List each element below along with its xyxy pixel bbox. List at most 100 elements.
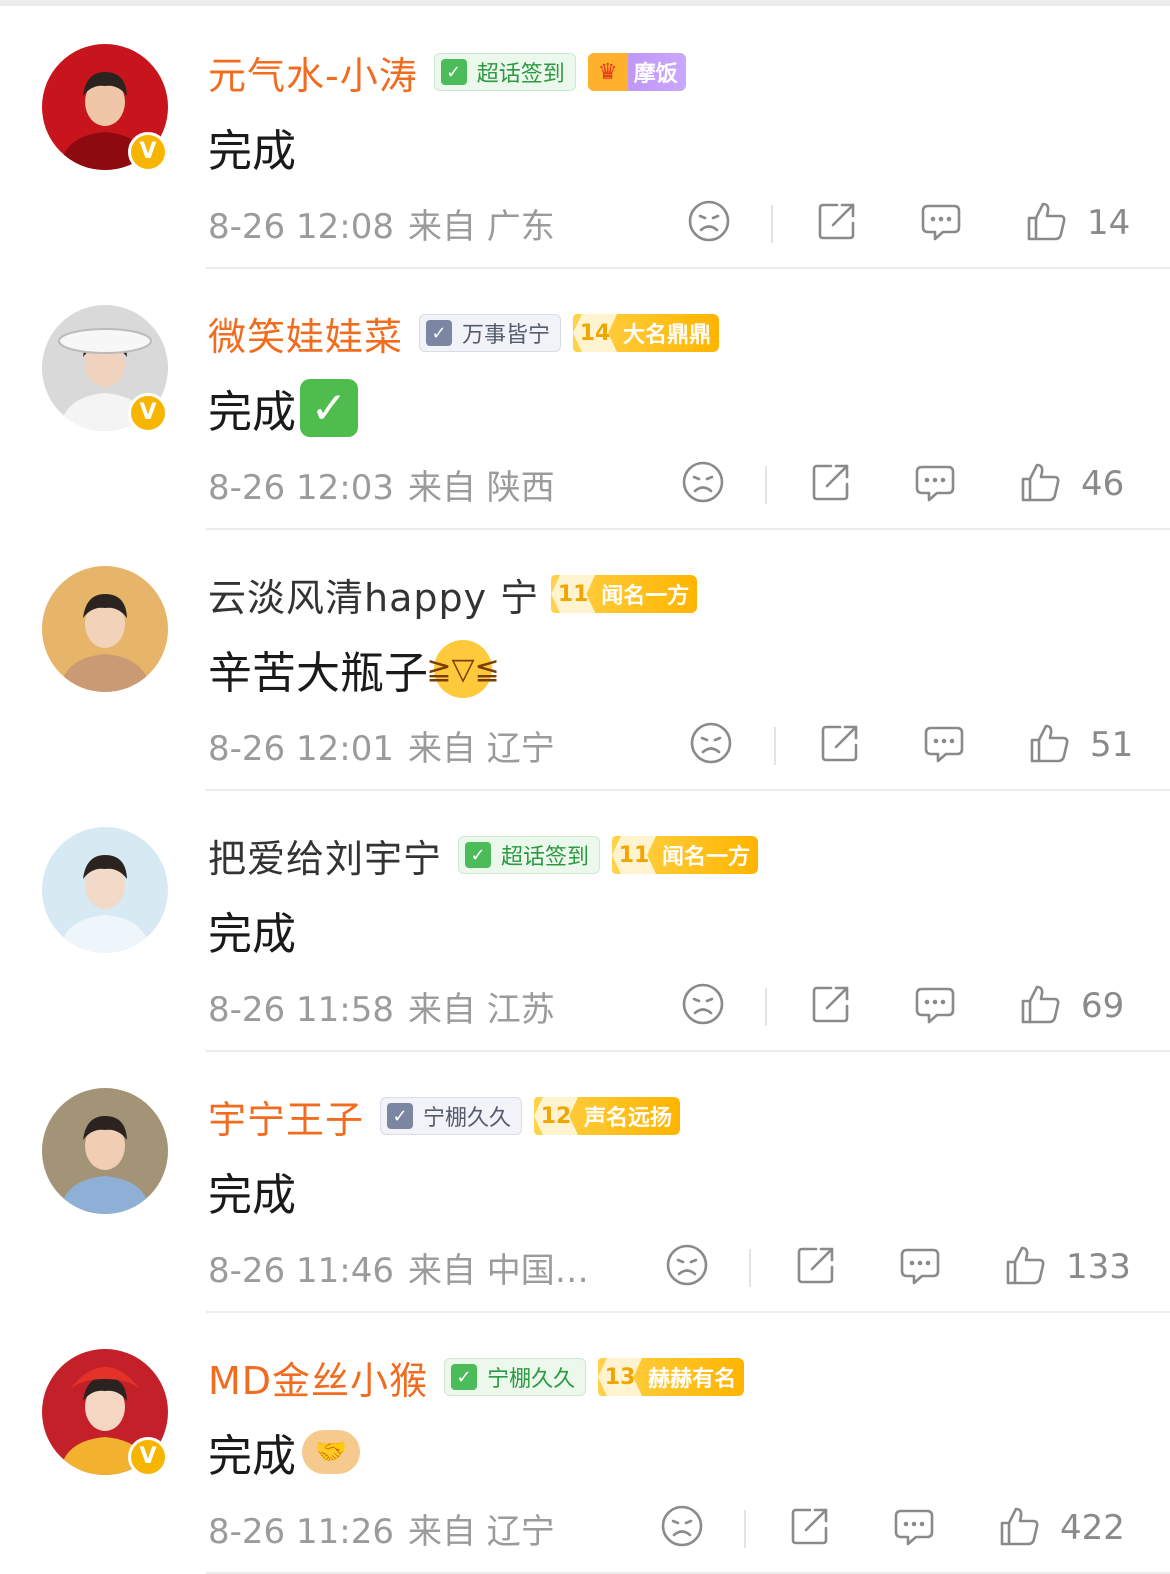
fan-level-badge[interactable]: 14 大名鼎鼎 — [573, 314, 720, 352]
comment-bubble-icon — [892, 1504, 936, 1552]
username[interactable]: 云淡风清happy 宁 — [208, 567, 539, 622]
share-button[interactable] — [815, 197, 859, 249]
dislike-button[interactable] — [660, 1502, 704, 1554]
comment-actions: 46 — [0, 458, 1170, 510]
crown-label: 摩饭 — [633, 62, 678, 87]
action-divider — [765, 466, 767, 504]
thumbs-up-icon — [998, 1504, 1042, 1552]
thumbs-up-icon — [1025, 199, 1069, 247]
like-count: 422 — [1060, 1508, 1125, 1548]
sad-face-icon — [665, 1243, 709, 1291]
comment-text: 完成 — [208, 1170, 296, 1221]
like-count: 46 — [1081, 464, 1125, 504]
share-button[interactable] — [788, 1502, 832, 1554]
reply-button[interactable] — [913, 980, 957, 1032]
comment-item[interactable]: V 元气水-小涛 ✓ 超话签到 ♛ 摩饭 完成 8-26 12:08 来自 广东 14 — [0, 7, 1170, 269]
dislike-button[interactable] — [681, 980, 725, 1032]
top-divider — [0, 0, 1170, 6]
avatar[interactable] — [42, 827, 168, 953]
name-line: 微笑娃娃菜 ✓ 万事皆宁 14 大名鼎鼎 — [208, 306, 720, 361]
fan-level-title: 闻名一方 — [662, 845, 751, 870]
comment-text: 完成 — [208, 909, 296, 960]
thumbs-up-icon — [1019, 982, 1063, 1030]
share-icon — [815, 199, 859, 247]
reply-button[interactable] — [919, 197, 963, 249]
avatar[interactable] — [42, 566, 168, 692]
comment-text-line: 完成 🤝 — [208, 1422, 360, 1482]
like-button[interactable]: 51 — [1028, 719, 1133, 771]
share-icon — [794, 1243, 838, 1291]
comment-item[interactable]: 云淡风清happy 宁 11 闻名一方 辛苦大瓶子 ≧▽≦ 8-26 12:01 来自 辽宁… — [0, 529, 1170, 791]
comment-actions: 14 — [0, 197, 1170, 249]
check-icon: ✓ — [387, 1103, 414, 1129]
comment-text-line: 完成 — [208, 900, 296, 960]
supertopic-checkin-badge[interactable]: ✓ 宁棚久久 — [380, 1097, 523, 1135]
supertopic-checkin-badge[interactable]: ✓ 超话签到 — [458, 836, 601, 874]
username[interactable]: 把爱给刘宇宁 — [208, 828, 442, 883]
share-button[interactable] — [818, 719, 862, 771]
comment-actions: 51 — [0, 719, 1170, 771]
username[interactable]: 微笑娃娃菜 — [208, 306, 403, 361]
avatar[interactable] — [42, 1088, 168, 1214]
username[interactable]: MD金丝小猴 — [208, 1350, 428, 1405]
fan-level-title: 声名远扬 — [584, 1106, 673, 1131]
like-button[interactable]: 46 — [1019, 458, 1124, 510]
like-button[interactable]: 14 — [1025, 197, 1130, 249]
reply-button[interactable] — [922, 719, 966, 771]
reply-button[interactable] — [892, 1502, 936, 1554]
supertopic-checkin-badge[interactable]: ✓ 超话签到 — [433, 53, 576, 91]
share-button[interactable] — [809, 458, 853, 510]
thumbs-up-icon — [1019, 460, 1063, 508]
badge-label: 万事皆宁 — [462, 323, 551, 348]
comment-bubble-icon — [913, 460, 957, 508]
sad-face-icon — [681, 460, 725, 508]
comment-item[interactable]: 把爱给刘宇宁 ✓ 超话签到 11 闻名一方 完成 8-26 11:58 来自 江苏 69 — [0, 790, 1170, 1052]
comment-item[interactable]: V 微笑娃娃菜 ✓ 万事皆宁 14 大名鼎鼎 完成 ✓ 8-26 12:03 来自 陕西 46 — [0, 268, 1170, 530]
crown-icon: ♛ — [587, 53, 628, 91]
share-button[interactable] — [809, 980, 853, 1032]
like-count: 51 — [1090, 725, 1134, 765]
fan-level-badge[interactable]: 11 闻名一方 — [612, 836, 759, 874]
check-icon: ✓ — [426, 320, 453, 346]
comment-actions: 422 — [0, 1502, 1170, 1554]
crown-badge[interactable]: ♛ 摩饭 — [587, 53, 686, 91]
fan-level-badge[interactable]: 12 声名远扬 — [534, 1097, 681, 1135]
verified-v-icon: V — [128, 132, 168, 172]
reply-button[interactable] — [913, 458, 957, 510]
reply-button[interactable] — [898, 1241, 942, 1293]
fan-level-badge[interactable]: 11 闻名一方 — [551, 575, 698, 613]
check-mark-emoji: ✓ — [300, 379, 358, 437]
share-button[interactable] — [794, 1241, 838, 1293]
like-button[interactable]: 133 — [1004, 1241, 1131, 1293]
comment-item[interactable]: 宇宁王子 ✓ 宁棚久久 12 声名远扬 完成 8-26 11:46 来自 中国… 133 — [0, 1051, 1170, 1313]
dislike-button[interactable] — [687, 197, 731, 249]
fan-level-number: 11 — [551, 575, 596, 613]
supertopic-checkin-badge[interactable]: ✓ 宁棚久久 — [444, 1358, 587, 1396]
like-count: 133 — [1066, 1247, 1131, 1287]
sad-face-icon — [660, 1504, 704, 1552]
username[interactable]: 元气水-小涛 — [208, 45, 418, 100]
dislike-button[interactable] — [665, 1241, 709, 1293]
thumbs-up-icon — [1004, 1243, 1048, 1291]
name-line: 宇宁王子 ✓ 宁棚久久 12 声名远扬 — [208, 1089, 681, 1144]
fan-level-badge[interactable]: 13 赫赫有名 — [598, 1358, 745, 1396]
share-icon — [818, 721, 862, 769]
dislike-button[interactable] — [681, 458, 725, 510]
badge-label: 宁棚久久 — [487, 1367, 576, 1392]
handshake-emoji: 🤝 — [302, 1430, 360, 1474]
comment-bubble-icon — [913, 982, 957, 1030]
like-button[interactable]: 69 — [1019, 980, 1124, 1032]
fan-level-title: 大名鼎鼎 — [623, 323, 712, 348]
comment-text: 完成 — [208, 126, 296, 177]
supertopic-checkin-badge[interactable]: ✓ 万事皆宁 — [419, 314, 562, 352]
action-divider — [771, 205, 773, 243]
comment-text-line: 完成 — [208, 1161, 296, 1221]
comment-text-line: 完成 — [208, 117, 296, 177]
username[interactable]: 宇宁王子 — [208, 1089, 364, 1144]
comment-item[interactable]: V MD金丝小猴 ✓ 宁棚久久 13 赫赫有名 完成 🤝 8-26 11:26 来自 辽宁 422 — [0, 1312, 1170, 1574]
fan-level-title: 赫赫有名 — [648, 1367, 737, 1392]
dislike-button[interactable] — [689, 719, 733, 771]
name-line: 元气水-小涛 ✓ 超话签到 ♛ 摩饭 — [208, 45, 686, 99]
name-line: 云淡风清happy 宁 11 闻名一方 — [208, 567, 698, 622]
like-button[interactable]: 422 — [998, 1502, 1125, 1554]
